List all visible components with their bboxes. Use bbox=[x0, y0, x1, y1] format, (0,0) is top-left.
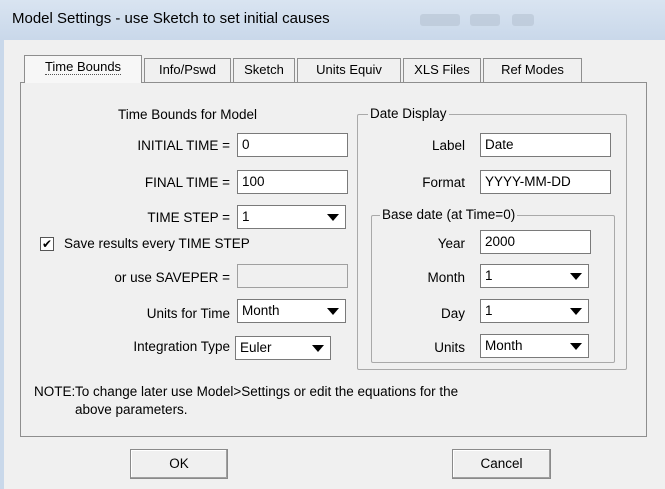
saveper-input[interactable] bbox=[237, 264, 348, 288]
chevron-down-icon[interactable] bbox=[562, 300, 588, 322]
chevron-down-icon[interactable] bbox=[562, 335, 588, 357]
base-day-select[interactable]: 1 bbox=[480, 299, 589, 323]
units-for-time-select[interactable]: Month bbox=[237, 299, 346, 323]
save-every-time-step-checkbox[interactable]: ✔ bbox=[40, 237, 54, 251]
time-step-label: TIME STEP = bbox=[147, 210, 230, 225]
date-label-label: Label bbox=[431, 138, 465, 153]
chevron-down-icon[interactable] bbox=[319, 300, 345, 322]
title-bar-background-decoration bbox=[420, 14, 460, 26]
base-date-legend: Base date (at Time=0) bbox=[380, 207, 518, 222]
title-bar-background-decoration bbox=[512, 14, 534, 26]
integration-type-value: Euler bbox=[240, 340, 272, 355]
date-format-input[interactable]: YYYY-MM-DD bbox=[480, 170, 611, 194]
final-time-input[interactable]: 100 bbox=[237, 170, 348, 194]
chevron-down-icon[interactable] bbox=[319, 206, 345, 228]
base-year-label: Year bbox=[437, 236, 465, 251]
base-units-label: Units bbox=[434, 340, 465, 355]
window-title: Model Settings - use Sketch to set initi… bbox=[12, 10, 330, 27]
tab-units-equiv[interactable]: Units Equiv bbox=[297, 58, 401, 82]
base-day-value: 1 bbox=[485, 303, 493, 318]
date-format-label: Format bbox=[422, 175, 465, 190]
save-every-time-step-label: Save results every TIME STEP bbox=[64, 236, 250, 251]
note-line-2: above parameters. bbox=[75, 402, 188, 417]
note-line-1: To change later use Model>Settings or ed… bbox=[75, 384, 459, 399]
units-for-time-label: Units for Time bbox=[146, 306, 230, 321]
chevron-down-icon[interactable] bbox=[562, 265, 588, 287]
tab-time-bounds[interactable]: Time Bounds bbox=[24, 55, 142, 83]
tab-sketch[interactable]: Sketch bbox=[233, 58, 295, 82]
time-step-value: 1 bbox=[242, 209, 250, 224]
chevron-down-icon[interactable] bbox=[304, 337, 330, 359]
saveper-label: or use SAVEPER = bbox=[114, 270, 230, 285]
base-year-input[interactable]: 2000 bbox=[480, 230, 591, 254]
date-label-input[interactable]: Date bbox=[480, 133, 611, 157]
note-prefix: NOTE: bbox=[34, 384, 76, 399]
cancel-button[interactable]: Cancel bbox=[452, 449, 551, 479]
initial-time-label: INITIAL TIME = bbox=[137, 138, 230, 153]
final-time-label: FINAL TIME = bbox=[144, 175, 230, 190]
ok-button[interactable]: OK bbox=[130, 449, 228, 479]
base-day-label: Day bbox=[440, 306, 465, 321]
tab-ref-modes[interactable]: Ref Modes bbox=[483, 58, 582, 82]
date-display-legend: Date Display bbox=[368, 106, 449, 121]
integration-type-label: Integration Type bbox=[133, 339, 230, 354]
tab-xls-files[interactable]: XLS Files bbox=[403, 58, 481, 82]
base-month-value: 1 bbox=[485, 268, 493, 283]
integration-type-select[interactable]: Euler bbox=[235, 336, 331, 360]
units-for-time-value: Month bbox=[242, 303, 280, 318]
base-month-select[interactable]: 1 bbox=[480, 264, 589, 288]
base-units-select[interactable]: Month bbox=[480, 334, 589, 358]
base-month-label: Month bbox=[427, 270, 465, 285]
tab-info-pswd[interactable]: Info/Pswd bbox=[144, 58, 231, 82]
time-step-select[interactable]: 1 bbox=[237, 205, 346, 229]
title-bar: Model Settings - use Sketch to set initi… bbox=[0, 0, 665, 41]
base-units-value: Month bbox=[485, 338, 523, 353]
time-bounds-section-title: Time Bounds for Model bbox=[118, 107, 258, 122]
title-bar-background-decoration bbox=[470, 14, 500, 26]
initial-time-input[interactable]: 0 bbox=[237, 133, 348, 157]
